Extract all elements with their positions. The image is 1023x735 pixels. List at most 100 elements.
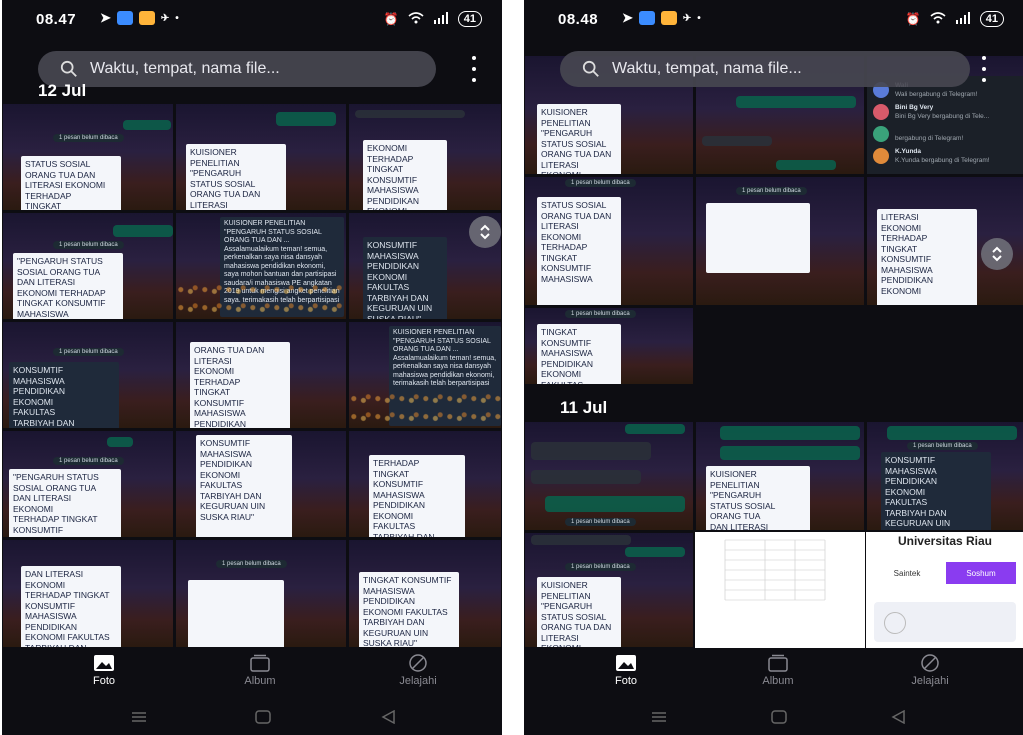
nav-jelajahi[interactable]: Jelajahi <box>890 654 970 687</box>
unread-label: 1 pesan belum dibaca <box>907 442 978 450</box>
back-icon[interactable] <box>380 710 398 724</box>
search-placeholder: Waktu, tempat, nama file... <box>90 60 280 77</box>
app-notification-icon <box>660 11 677 25</box>
search-bar[interactable]: Waktu, tempat, nama file... <box>560 51 970 87</box>
photo-thumbnail[interactable]: KUISIONER PENELITIAN "PENGARUH STATUS SO… <box>695 421 865 531</box>
photo-thumbnail[interactable]: 1 pesan belum dibaca KONSUMTIF MAHASISWA… <box>866 421 1023 531</box>
status-bar: 08.48 ➤ ✈ • ⏰ 41 <box>524 0 1023 40</box>
chat-row: bergabung di Telegram! <box>867 124 1023 144</box>
dot-icon: • <box>175 12 179 24</box>
notification-icons: ➤ ✈ • <box>622 10 701 26</box>
album-icon <box>250 654 270 672</box>
home-icon[interactable] <box>770 710 788 724</box>
status-bar: 08.47 ➤ ✈ • ⏰ 41 <box>2 0 502 40</box>
bottom-navigation: Foto Album Jelajahi <box>524 648 1023 700</box>
photo-thumbnail[interactable]: 1 pesan belum dibaca <box>524 421 694 531</box>
right-phone-screen: 08.48 ➤ ✈ • ⏰ 41 KUISIONER PENELITIAN "P… <box>524 0 1023 735</box>
nav-album[interactable]: Album <box>738 654 818 687</box>
photo-grid[interactable]: KUISIONER PENELITIAN "PENGARUH STATUS SO… <box>524 55 1023 648</box>
system-navigation-bar <box>2 700 502 735</box>
photo-thumbnail[interactable]: ORANG TUA DAN LITERASI EKONOMI TERHADAP … <box>175 321 347 429</box>
document-preview: TINGKAT KONSUMTIF MAHASISWA PENDIDIKAN E… <box>537 324 621 384</box>
fast-scroll-handle[interactable] <box>469 216 501 248</box>
wifi-icon <box>930 11 946 27</box>
document-preview: KONSUMTIF MAHASISWA PENDIDIKAN EKONOMI F… <box>363 237 447 319</box>
app-notification-icon: ✈ <box>682 12 692 24</box>
document-preview: KUISIONER PENELITIAN "PENGARUH STATUS SO… <box>186 144 286 210</box>
document-preview: KONSUMTIF MAHASISWA PENDIDIKAN EKONOMI F… <box>9 362 119 428</box>
fast-scroll-handle[interactable] <box>981 238 1013 270</box>
recent-apps-icon[interactable] <box>130 710 148 724</box>
photo-thumbnail[interactable]: TINGKAT KONSUMTIF MAHASISWA PENDIDIKAN E… <box>348 539 502 648</box>
photo-thumbnail[interactable]: 1 pesan belum dibaca STATUS SOSIAL ORANG… <box>2 103 174 211</box>
unread-label: 1 pesan belum dibaca <box>736 187 807 195</box>
photo-thumbnail[interactable]: KUISIONER PENELITIAN "PENGARUH STATUS SO… <box>175 103 347 211</box>
document-preview: "PENGARUH STATUS SOSIAL ORANG TUA DAN LI… <box>13 253 123 319</box>
photo-thumbnail[interactable] <box>866 307 1023 385</box>
document-preview: KUISIONER PENELITIAN "PENGARUH STATUS SO… <box>706 466 810 530</box>
document-preview: LITERASI EKONOMI TERHADAP TINGKAT KONSUM… <box>877 209 977 305</box>
bottom-navigation: Foto Album Jelajahi <box>2 648 502 700</box>
home-icon[interactable] <box>254 710 272 724</box>
photo-thumbnail[interactable]: DAN LITERASI EKONOMI TERHADAP TINGKAT KO… <box>2 539 174 648</box>
photo-thumbnail[interactable]: 1 pesan belum dibaca <box>695 176 865 306</box>
nav-album-label: Album <box>244 675 276 687</box>
avatar <box>873 148 889 164</box>
tab-soshum[interactable]: Soshum <box>946 562 1016 584</box>
photo-thumbnail[interactable]: 1 pesan belum dibaca KUISIONER PENELITIA… <box>524 532 694 648</box>
document-preview: ORANG TUA DAN LITERASI EKONOMI TERHADAP … <box>190 342 290 428</box>
photo-icon <box>94 655 114 671</box>
tab-saintek[interactable]: Saintek <box>876 562 938 584</box>
nav-album[interactable]: Album <box>220 654 300 687</box>
photo-thumbnail[interactable]: TERHADAP TINGKAT KONSUMTIF MAHASISWA PEN… <box>348 430 502 538</box>
photo-grid[interactable]: 1 pesan belum dibaca STATUS SOSIAL ORANG… <box>2 95 502 648</box>
photo-thumbnail[interactable]: EKONOMI TERHADAP TINGKAT KONSUMTIF MAHAS… <box>348 103 502 211</box>
unread-label: 1 pesan belum dibaca <box>216 560 287 568</box>
photo-thumbnail[interactable]: 1 pesan belum dibaca <box>175 539 347 648</box>
app-notification-icon <box>638 11 655 25</box>
system-icons: ⏰ 41 <box>384 11 482 27</box>
unread-label: 1 pesan belum dibaca <box>53 457 124 465</box>
back-icon[interactable] <box>890 710 908 724</box>
photo-thumbnail[interactable]: KUISIONER PENELITIAN "PENGARUH STATUS SO… <box>175 212 347 320</box>
photo-thumbnail[interactable]: 1 pesan belum dibaca KONSUMTIF MAHASISWA… <box>2 321 174 429</box>
album-icon <box>768 654 788 672</box>
search-bar[interactable]: Waktu, tempat, nama file... <box>38 51 436 87</box>
dot-icon: • <box>697 12 701 24</box>
chat-row: Bini Bg Very Bini Bg Very bergabung di T… <box>867 102 1023 122</box>
signal-icon <box>955 11 971 27</box>
chat-message: Bini Bg Very bergabung di Tele... <box>895 113 990 120</box>
photo-thumbnail[interactable]: 1 pesan belum dibaca STATUS SOSIAL ORANG… <box>524 176 694 306</box>
up-down-chevron-icon <box>992 246 1002 262</box>
left-phone-screen: 08.47 ➤ ✈ • ⏰ 41 1 pesan belum dibaca ST… <box>2 0 502 735</box>
photo-thumbnail[interactable] <box>695 532 865 648</box>
photo-thumbnail[interactable]: 1 pesan belum dibaca TINGKAT KONSUMTIF M… <box>524 307 694 385</box>
more-options-icon[interactable] <box>470 56 478 82</box>
nav-foto[interactable]: Foto <box>64 654 144 687</box>
recent-apps-icon[interactable] <box>650 710 668 724</box>
nav-album-label: Album <box>762 675 794 687</box>
document-preview: "PENGARUH STATUS SOSIAL ORANG TUA DAN LI… <box>9 469 121 537</box>
unread-label: 1 pesan belum dibaca <box>53 241 124 249</box>
photo-thumbnail[interactable]: KONSUMTIF MAHASISWA PENDIDIKAN EKONOMI F… <box>175 430 347 538</box>
photo-thumbnail[interactable]: 1 pesan belum dibaca "PENGARUH STATUS SO… <box>2 212 174 320</box>
document-preview <box>188 580 284 647</box>
nav-foto[interactable]: Foto <box>586 654 666 687</box>
document-preview: TINGKAT KONSUMTIF MAHASISWA PENDIDIKAN E… <box>359 572 459 647</box>
navigation-arrow-icon: ➤ <box>622 10 633 25</box>
battery-indicator: 41 <box>457 11 482 27</box>
alarm-icon: ⏰ <box>905 12 921 26</box>
explore-icon <box>409 654 427 672</box>
chat-message: bergabung di Telegram! <box>895 135 964 142</box>
wifi-icon <box>408 11 424 27</box>
university-app-preview[interactable]: Universitas Riau Saintek Soshum <box>866 532 1023 648</box>
photo-thumbnail[interactable]: KUISIONER PENELITIAN "PENGARUH STATUS SO… <box>348 321 502 429</box>
search-placeholder: Waktu, tempat, nama file... <box>612 60 802 77</box>
more-options-icon[interactable] <box>980 56 988 82</box>
chat-list: Wali Wali bergabung di Telegram! Bini Bg… <box>867 76 1023 174</box>
unread-label: 1 pesan belum dibaca <box>565 179 636 187</box>
photo-thumbnail[interactable] <box>695 307 865 385</box>
chat-row: K.Yunda K.Yunda bergabung di Telegram! <box>867 146 1023 166</box>
photo-thumbnail[interactable]: 1 pesan belum dibaca "PENGARUH STATUS SO… <box>2 430 174 538</box>
nav-jelajahi[interactable]: Jelajahi <box>378 654 458 687</box>
